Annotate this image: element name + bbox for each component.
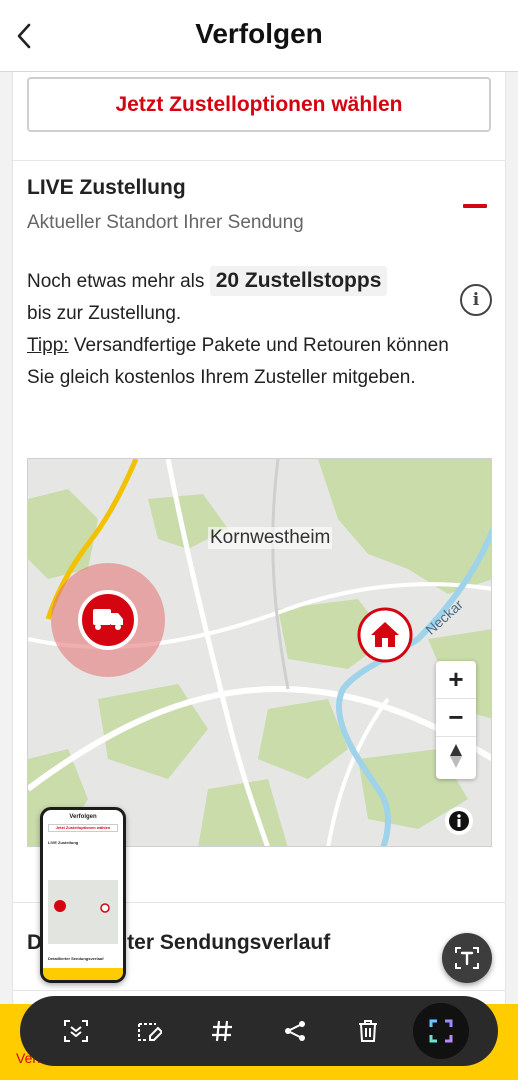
hashtag-icon <box>212 1020 232 1042</box>
extract-text-button[interactable] <box>442 933 492 983</box>
app-header: Verfolgen <box>0 0 518 72</box>
home-location-marker[interactable] <box>357 607 413 663</box>
share-button[interactable] <box>275 1011 315 1051</box>
crop-icon <box>429 1019 453 1043</box>
tip-text: Versandfertige Pakete und Retouren könne… <box>27 335 449 388</box>
delivery-info-text: Noch etwas mehr als 20 Zustellstopps bis… <box>27 266 457 394</box>
scroll-capture-button[interactable] <box>56 1011 96 1051</box>
info-text-after: bis zur Zustellung. <box>27 303 182 324</box>
compass-icon <box>450 744 462 768</box>
thumbnail-history: Detaillierter Sendungsverlauf <box>48 956 104 961</box>
collapse-minus-icon[interactable] <box>463 204 487 208</box>
thumbnail-title: Verfolgen <box>69 814 97 820</box>
delete-button[interactable] <box>348 1011 388 1051</box>
map-info-button[interactable] <box>445 807 473 835</box>
thumbnail-markers <box>54 900 110 913</box>
live-map[interactable]: Kornwestheim Neckar + − <box>27 458 492 847</box>
screenshot-toolbar <box>20 996 498 1066</box>
info-icon[interactable]: i <box>460 284 492 316</box>
draw-button[interactable] <box>129 1011 169 1051</box>
edit-selection-icon <box>138 1023 162 1041</box>
thumbnail-nav <box>43 968 123 980</box>
delete-icon <box>359 1020 377 1042</box>
tip-label: Tipp: <box>27 335 69 356</box>
page-title: Verfolgen <box>195 18 323 49</box>
compass-button[interactable] <box>436 737 476 775</box>
crop-button[interactable] <box>413 1003 469 1059</box>
text-scan-icon <box>455 947 479 969</box>
share-icon <box>285 1021 305 1041</box>
divider <box>13 990 505 991</box>
info-filled-icon <box>449 811 469 831</box>
screenshot-thumbnail[interactable]: Verfolgen Jetzt Zustelloptionen wählen L… <box>40 807 126 983</box>
thumbnail-map <box>48 880 118 944</box>
stops-count-badge: 20 Zustellstopps <box>209 266 388 296</box>
zoom-in-button[interactable]: + <box>436 661 476 699</box>
truck-location-marker[interactable] <box>48 560 168 680</box>
thumbnail-live-title: LIVE Zustellung <box>48 840 79 845</box>
map-city-label: Kornwestheim <box>208 527 333 549</box>
live-delivery-title: LIVE Zustellung <box>27 176 186 199</box>
history-title: ter Sendungsverlauf <box>127 931 331 954</box>
divider <box>13 160 505 161</box>
map-zoom-controls: + − <box>436 661 476 779</box>
zoom-out-button[interactable]: − <box>436 699 476 737</box>
scan-icon <box>64 1020 88 1042</box>
thumbnail-cta: Jetzt Zustelloptionen wählen <box>48 824 118 832</box>
live-delivery-subtitle: Aktueller Standort Ihrer Sendung <box>27 212 304 233</box>
info-text-before: Noch etwas mehr als <box>27 271 205 292</box>
delivery-options-button[interactable]: Jetzt Zustelloptionen wählen <box>27 77 491 132</box>
tag-button[interactable] <box>202 1011 242 1051</box>
